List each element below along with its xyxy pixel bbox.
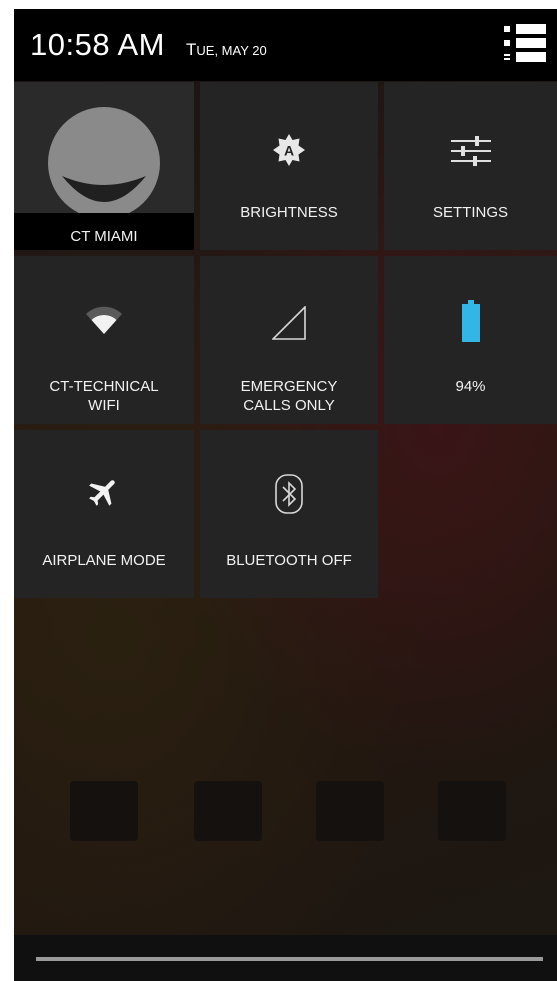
wifi-tile-label: CT-TECHNICAL WIFI [14,377,194,415]
date-first-letter: T [186,40,197,59]
date-rest: UE, MAY 20 [196,43,267,58]
wifi-tile[interactable]: CT-TECHNICAL WIFI [14,256,194,424]
bluetooth-tile-label: BLUETOOTH OFF [226,552,352,569]
clock: 10:58 AM [30,27,165,62]
drag-handle-line [36,957,543,961]
airplane-icon [86,474,122,515]
date: TUE, MAY 20 [186,40,267,60]
dimmed-app-icon [316,781,384,841]
shade-drag-handle[interactable] [14,935,557,981]
battery-icon [461,300,480,347]
settings-tile[interactable]: SETTINGS [384,82,557,250]
user-avatar-icon [14,82,194,250]
user-tile-label: CT MIAMI [70,228,138,245]
bluetooth-tile[interactable]: BLUETOOTH OFF [200,430,378,598]
bluetooth-icon [275,474,303,519]
svg-text:A: A [284,143,294,159]
signal-tile-label: EMERGENCY CALLS ONLY [200,377,378,415]
wifi-label-line2: WIFI [88,397,120,414]
settings-tile-label: SETTINGS [432,204,508,221]
wifi-icon [86,304,122,339]
android-screen: 10:58 AM TUE, MAY 20 CT MIAMI A BRIGHTNE… [14,9,557,981]
dimmed-app-icon [438,781,506,841]
user-tile[interactable]: CT MIAMI [14,82,194,250]
signal-label-line2: CALLS ONLY [243,397,335,414]
brightness-tile-label: BRIGHTNESS [240,204,338,221]
dimmed-app-icon [194,781,262,841]
status-bar: 10:58 AM TUE, MAY 20 [14,9,557,81]
battery-tile-label: 94% [455,378,486,395]
airplane-tile-label: AIRPLANE MODE [42,552,166,569]
airplane-tile[interactable]: AIRPLANE MODE [14,430,194,598]
signal-label-line1: EMERGENCY [240,378,338,395]
signal-tile[interactable]: EMERGENCY CALLS ONLY [200,256,378,424]
battery-tile[interactable]: 94% [384,256,557,424]
dimmed-app-icon [70,781,138,841]
wifi-label-line1: CT-TECHNICAL [49,378,159,395]
brightness-auto-icon: A [273,134,305,171]
settings-sliders-icon [450,136,491,171]
brightness-tile[interactable]: A BRIGHTNESS [200,82,378,250]
notification-list-toggle-icon[interactable] [500,23,550,69]
signal-icon [271,305,306,345]
